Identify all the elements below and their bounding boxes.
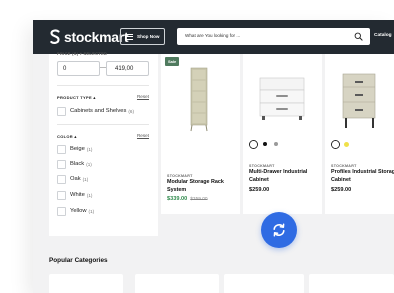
logo-mark-icon bbox=[50, 29, 60, 44]
color-swatch-white[interactable] bbox=[331, 139, 340, 149]
product-name[interactable]: Multi-Drawer Industrial Cabinet bbox=[249, 168, 319, 184]
color-swatch-black[interactable] bbox=[260, 139, 269, 149]
option-label: Black bbox=[70, 161, 85, 167]
color-swatches bbox=[249, 139, 282, 149]
app-window: stockmart Shop Now What are You looking … bbox=[33, 20, 394, 293]
popular-categories-title: Popular Categories bbox=[49, 257, 108, 264]
search-icon[interactable] bbox=[354, 32, 363, 41]
product-type-title[interactable]: PRODUCT TYPE ▴ bbox=[57, 95, 96, 100]
sale-price: $339.00 bbox=[167, 196, 188, 202]
catalog-link[interactable]: Catalog bbox=[374, 33, 392, 38]
top-header: stockmart Shop Now What are You looking … bbox=[33, 20, 394, 54]
color-swatches bbox=[331, 139, 353, 149]
color-swatch-yellow[interactable] bbox=[342, 139, 351, 149]
product-image[interactable] bbox=[325, 60, 394, 136]
logo[interactable]: stockmart bbox=[49, 29, 129, 45]
product-price: $259.00 bbox=[249, 187, 270, 193]
option-count: (1) bbox=[86, 192, 93, 198]
option-count: (1) bbox=[86, 146, 93, 152]
checkbox[interactable] bbox=[57, 206, 66, 216]
shop-now-label: Shop Now bbox=[137, 34, 160, 39]
option-count: (1) bbox=[82, 176, 89, 182]
product-name[interactable]: Profiles Industrial Storage Cabinet bbox=[331, 168, 394, 184]
divider bbox=[57, 85, 149, 86]
menu-icon bbox=[126, 33, 133, 40]
original-price: $359.00 bbox=[190, 197, 208, 202]
checkbox[interactable] bbox=[57, 106, 66, 116]
product-price: $259.00 bbox=[331, 187, 352, 193]
option-count: (6) bbox=[128, 108, 135, 114]
color-reset-link[interactable]: Reset bbox=[137, 133, 149, 138]
option-label: Cabinets and Shelves bbox=[70, 108, 127, 114]
filter-sidebar: PRICE (S) ▾ SELECTED 0 419,00 PRODUCT TY… bbox=[49, 51, 158, 236]
price-section-title: PRICE (S) ▾ SELECTED bbox=[57, 51, 108, 56]
category-tile[interactable] bbox=[135, 274, 219, 293]
price-min-input[interactable]: 0 bbox=[57, 61, 100, 76]
option-count: (1) bbox=[88, 208, 95, 214]
logo-text: stockmart bbox=[64, 29, 129, 45]
product-name[interactable]: Modular Storage Rack System bbox=[167, 178, 237, 194]
color-swatch-gray[interactable] bbox=[271, 139, 280, 149]
option-count: (1) bbox=[86, 161, 92, 167]
product-card[interactable]: STOCKMART Profiles Industrial Storage Ca… bbox=[325, 54, 394, 214]
option-label: Yellow bbox=[70, 208, 87, 214]
product-type-title-text: PRODUCT TYPE bbox=[57, 95, 92, 100]
product-price: $339.00 $359.00 bbox=[167, 196, 208, 202]
divider bbox=[57, 124, 149, 125]
filter-option-beige[interactable]: Beige (1) bbox=[57, 144, 92, 154]
product-image[interactable] bbox=[243, 60, 322, 136]
checkbox[interactable] bbox=[57, 159, 66, 169]
product-card[interactable]: Sale STOCKMART Modular Storage Rack Syst… bbox=[161, 54, 240, 214]
filter-option-yellow[interactable]: Yellow (1) bbox=[57, 206, 94, 216]
option-label: Oak bbox=[70, 176, 81, 182]
price-max-input[interactable]: 419,00 bbox=[106, 61, 149, 76]
shop-now-button[interactable]: Shop Now bbox=[120, 28, 165, 45]
checkbox[interactable] bbox=[57, 174, 66, 184]
color-title-text: COLOR bbox=[57, 134, 73, 139]
color-title[interactable]: COLOR ▴ bbox=[57, 134, 77, 139]
checkbox[interactable] bbox=[57, 144, 66, 154]
option-label: Beige bbox=[70, 146, 85, 152]
product-card[interactable]: STOCKMART Multi-Drawer Industrial Cabine… bbox=[243, 54, 322, 214]
option-label: White bbox=[70, 192, 85, 198]
checkbox[interactable] bbox=[57, 190, 66, 200]
filter-option-black[interactable]: Black (1) bbox=[57, 159, 92, 169]
refresh-icon bbox=[273, 223, 285, 237]
search-placeholder: What are You looking for ... bbox=[185, 33, 241, 38]
filter-option-cabinets[interactable]: Cabinets and Shelves (6) bbox=[57, 106, 134, 116]
color-swatch-white[interactable] bbox=[249, 139, 258, 149]
filter-option-white[interactable]: White (1) bbox=[57, 190, 92, 200]
sale-badge: Sale bbox=[165, 57, 180, 66]
category-tile[interactable] bbox=[224, 274, 304, 293]
filter-option-oak[interactable]: Oak (1) bbox=[57, 174, 88, 184]
category-tile[interactable] bbox=[49, 274, 123, 293]
refresh-button[interactable] bbox=[261, 212, 297, 248]
category-tile[interactable] bbox=[309, 274, 394, 293]
product-type-reset-link[interactable]: Reset bbox=[137, 94, 149, 99]
search-input[interactable]: What are You looking for ... bbox=[177, 28, 370, 45]
page-background: stockmart Shop Now What are You looking … bbox=[0, 0, 394, 293]
product-image[interactable] bbox=[161, 60, 240, 136]
